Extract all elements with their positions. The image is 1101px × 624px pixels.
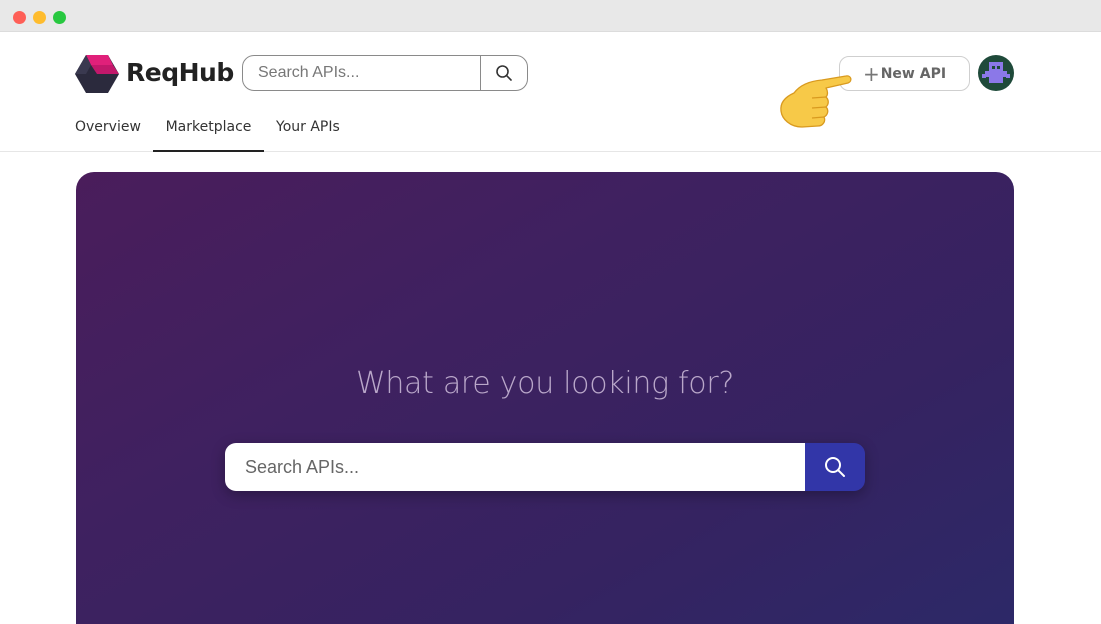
new-api-label: New API [880, 65, 947, 82]
hero-search-button[interactable] [805, 443, 865, 491]
hero-search [225, 443, 865, 491]
browser-titlebar [0, 0, 1101, 32]
search-icon [825, 457, 845, 477]
tab-your-apis[interactable]: Your APIs [276, 117, 340, 152]
cube-logo-icon[interactable] [75, 54, 119, 94]
close-window-button[interactable] [13, 11, 26, 24]
hero-search-input[interactable] [225, 443, 805, 491]
header-search [242, 55, 528, 91]
tab-marketplace[interactable]: Marketplace [153, 117, 264, 152]
tab-overview[interactable]: Overview [75, 117, 141, 152]
search-icon [496, 65, 512, 81]
user-avatar[interactable] [978, 55, 1014, 91]
site-header: ReqHub + New API [0, 33, 1101, 152]
brand-name[interactable]: ReqHub [126, 58, 234, 87]
pixel-avatar-icon [978, 55, 1014, 91]
pointing-hand-icon [780, 75, 852, 128]
header-search-button[interactable] [480, 56, 527, 90]
hero-banner: What are you looking for? [76, 172, 1014, 624]
minimize-window-button[interactable] [33, 11, 46, 24]
maximize-window-button[interactable] [53, 11, 66, 24]
new-api-button[interactable]: + New API [839, 56, 970, 91]
hero-title: What are you looking for? [355, 366, 735, 401]
header-search-input[interactable] [243, 56, 480, 90]
plus-icon: + [862, 61, 880, 86]
